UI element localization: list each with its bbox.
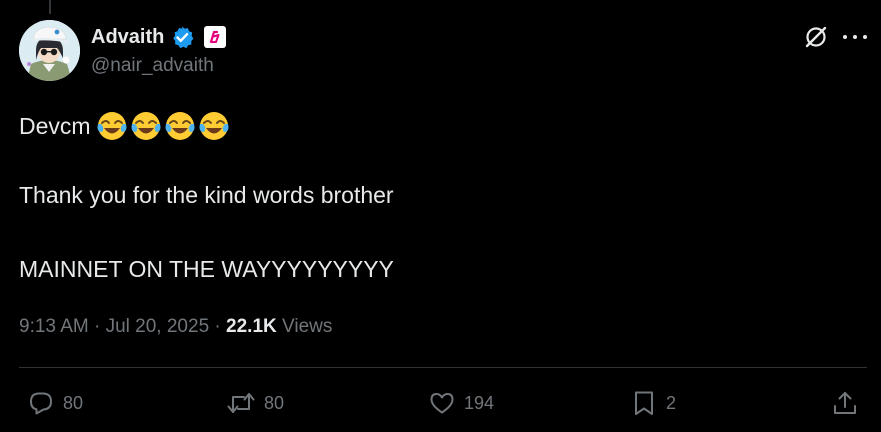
tweet-text-devcm: Devcm — [19, 112, 91, 139]
tweet-text-line-2: Thank you for the kind words brother — [19, 182, 394, 208]
tweet-time[interactable]: 9:13 AM — [19, 316, 89, 337]
tears-of-joy-emoji-icon — [131, 112, 161, 140]
reply-icon — [30, 392, 52, 415]
meta-separator: · — [88, 316, 106, 337]
reply-count: 80 — [63, 392, 84, 413]
tweet-text-line-3: MAINNET ON THE WAYYYYYYYYY — [19, 256, 394, 282]
author-display-name[interactable]: Advaith — [91, 26, 164, 49]
retweet-icon — [227, 393, 255, 413]
tweet-text-line-1: Devcm — [19, 110, 230, 142]
retweet-button[interactable]: 80 — [226, 388, 284, 418]
heart-icon — [430, 393, 454, 414]
tweet-meta: 9:13 AM · Jul 20, 2025 · 22.1K Views — [19, 316, 332, 338]
tweet-date[interactable]: Jul 20, 2025 — [106, 316, 210, 337]
like-count: 194 — [464, 392, 495, 413]
tears-of-joy-emoji-icon — [97, 112, 127, 140]
share-button[interactable] — [831, 388, 859, 418]
emoji-row — [96, 110, 230, 142]
reply-button[interactable]: 80 — [27, 388, 83, 418]
more-options-icon[interactable] — [843, 24, 867, 50]
tears-of-joy-emoji-icon — [165, 112, 195, 140]
tears-of-joy-emoji-icon — [199, 112, 229, 140]
bookmark-count: 2 — [666, 392, 677, 413]
like-button[interactable]: 194 — [428, 388, 494, 418]
meta-separator: · — [209, 316, 227, 337]
verified-badge-icon[interactable] — [170, 24, 196, 50]
grok-icon[interactable] — [803, 24, 829, 50]
bookmark-icon — [635, 391, 653, 415]
author-handle[interactable]: @nair_advaith — [91, 55, 214, 77]
thread-connector-line — [49, 0, 51, 14]
avatar[interactable] — [19, 20, 80, 81]
share-icon — [834, 392, 856, 414]
bookmark-button[interactable]: 2 — [632, 388, 676, 418]
views-count: 22.1K — [226, 316, 277, 337]
retweet-count: 80 — [264, 392, 285, 413]
affiliate-badge-icon[interactable] — [204, 26, 227, 48]
views-label: Views — [282, 316, 333, 337]
divider — [19, 367, 867, 368]
